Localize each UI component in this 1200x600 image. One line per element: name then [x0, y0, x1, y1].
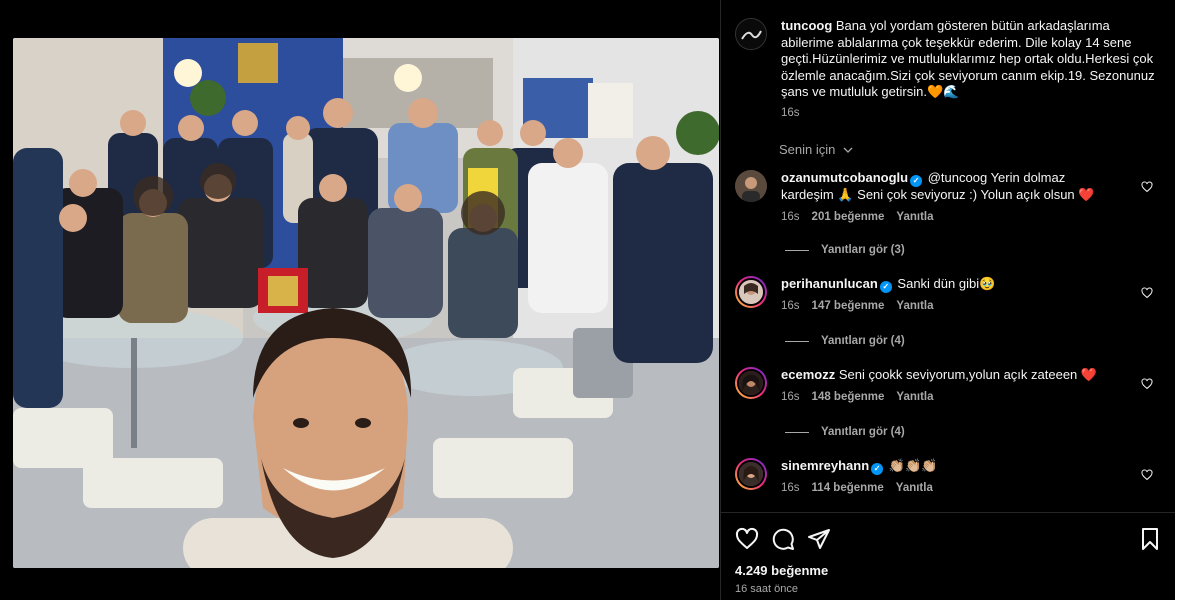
commenter-avatar-story-ring[interactable] — [735, 367, 767, 399]
heart-icon[interactable] — [735, 527, 759, 551]
group-selfie-image — [13, 38, 719, 568]
caption-text: Bana yol yordam gösteren bütün arkadaşla… — [781, 18, 1155, 99]
comment-time: 16s — [781, 300, 800, 312]
total-likes[interactable]: 4.249 beğenme — [735, 563, 828, 578]
view-replies-label: Yanıtları gör (3) — [821, 244, 905, 256]
translate-label: Senin için — [779, 142, 836, 157]
comment-text: 👏🏼👏🏼👏🏼 — [888, 458, 938, 473]
divider-line — [785, 431, 809, 433]
view-replies-button[interactable]: Yanıtları gör (4) — [785, 335, 905, 347]
comment-likes[interactable]: 148 beğenme — [812, 391, 885, 403]
comment-likes[interactable]: 114 beğenme — [812, 482, 884, 494]
comment-text: Seni çookk seviyorum,yolun açık zateeen … — [838, 367, 1098, 382]
view-replies-button[interactable]: Yanıtları gör (4) — [785, 426, 905, 438]
comment-icon[interactable] — [771, 527, 795, 551]
verified-badge-icon: ✓ — [879, 281, 892, 293]
avatar-icon — [739, 280, 763, 304]
verified-badge-icon: ✓ — [871, 463, 884, 475]
view-replies-label: Yanıtları gör (4) — [821, 426, 905, 438]
comment-text: Sanki dün gibi🥹 — [897, 276, 996, 291]
view-replies-button[interactable]: Yanıtları gör (3) — [785, 244, 905, 256]
comment-like-heart-icon[interactable] — [1141, 377, 1155, 391]
caption-text-block: tuncoog Bana yol yordam gösteren bütün a… — [781, 18, 1165, 101]
comment-item: ecemozz Seni çookk seviyorum,yolun açık … — [735, 367, 1165, 403]
divider-line — [785, 249, 809, 251]
edge-strip — [1175, 0, 1200, 600]
comment-username[interactable]: ecemozz — [781, 367, 835, 382]
action-buttons — [735, 527, 831, 551]
caption-author-avatar[interactable] — [735, 18, 767, 50]
comment-time: 16s — [781, 210, 800, 223]
reply-button[interactable]: Yanıtla — [896, 300, 933, 312]
caption-username[interactable]: tuncoog — [781, 18, 832, 33]
commenter-avatar[interactable] — [735, 170, 767, 202]
post-details-panel: tuncoog Bana yol yordam gösteren bütün a… — [720, 0, 1176, 600]
avatar-icon — [736, 19, 766, 49]
post-caption: tuncoog Bana yol yordam gösteren bütün a… — [735, 18, 1165, 119]
commenter-avatar-story-ring[interactable] — [735, 458, 767, 490]
bookmark-icon[interactable] — [1138, 527, 1162, 551]
comment-username[interactable]: ozanumutcobanoglu — [781, 170, 908, 185]
comment-item: sinemreyhann ✓ 👏🏼👏🏼👏🏼 16s 114 beğenme Yan… — [735, 458, 1165, 494]
post-action-bar: 4.249 beğenme 16 saat önce — [721, 512, 1176, 600]
share-icon[interactable] — [807, 527, 831, 551]
comment-likes[interactable]: 147 beğenme — [812, 300, 885, 312]
comment-item: perihanunlucan ✓ Sanki dün gibi🥹 16s 147 … — [735, 276, 1165, 312]
post-media-area — [0, 0, 720, 600]
comment-time: 16s — [781, 482, 800, 494]
reply-button[interactable]: Yanıtla — [896, 211, 933, 223]
comment-like-heart-icon[interactable] — [1141, 180, 1155, 194]
commenter-avatar-story-ring[interactable] — [735, 276, 767, 308]
verified-badge-icon: ✓ — [910, 175, 923, 187]
reply-button[interactable]: Yanıtla — [896, 391, 933, 403]
translate-toggle[interactable]: Senin için — [779, 142, 853, 157]
caption-time: 16s — [781, 106, 800, 119]
view-replies-label: Yanıtları gör (4) — [821, 335, 905, 347]
comment-like-heart-icon[interactable] — [1141, 286, 1155, 300]
post-photo[interactable] — [13, 38, 719, 568]
chevron-down-icon — [843, 145, 853, 157]
avatar-icon — [739, 462, 763, 486]
reply-button[interactable]: Yanıtla — [896, 482, 933, 494]
avatar-icon — [739, 371, 763, 395]
comment-likes[interactable]: 201 beğenme — [812, 211, 885, 223]
comment-item: ozanumutcobanoglu ✓ @tuncoog Yerin dolmaz… — [735, 170, 1165, 223]
avatar-icon — [735, 170, 767, 202]
divider-line — [785, 340, 809, 342]
comment-username[interactable]: sinemreyhann — [781, 458, 869, 473]
post-timestamp: 16 saat önce — [735, 583, 798, 595]
comment-time: 16s — [781, 390, 800, 403]
comment-like-heart-icon[interactable] — [1141, 468, 1155, 482]
comment-username[interactable]: perihanunlucan — [781, 276, 878, 291]
